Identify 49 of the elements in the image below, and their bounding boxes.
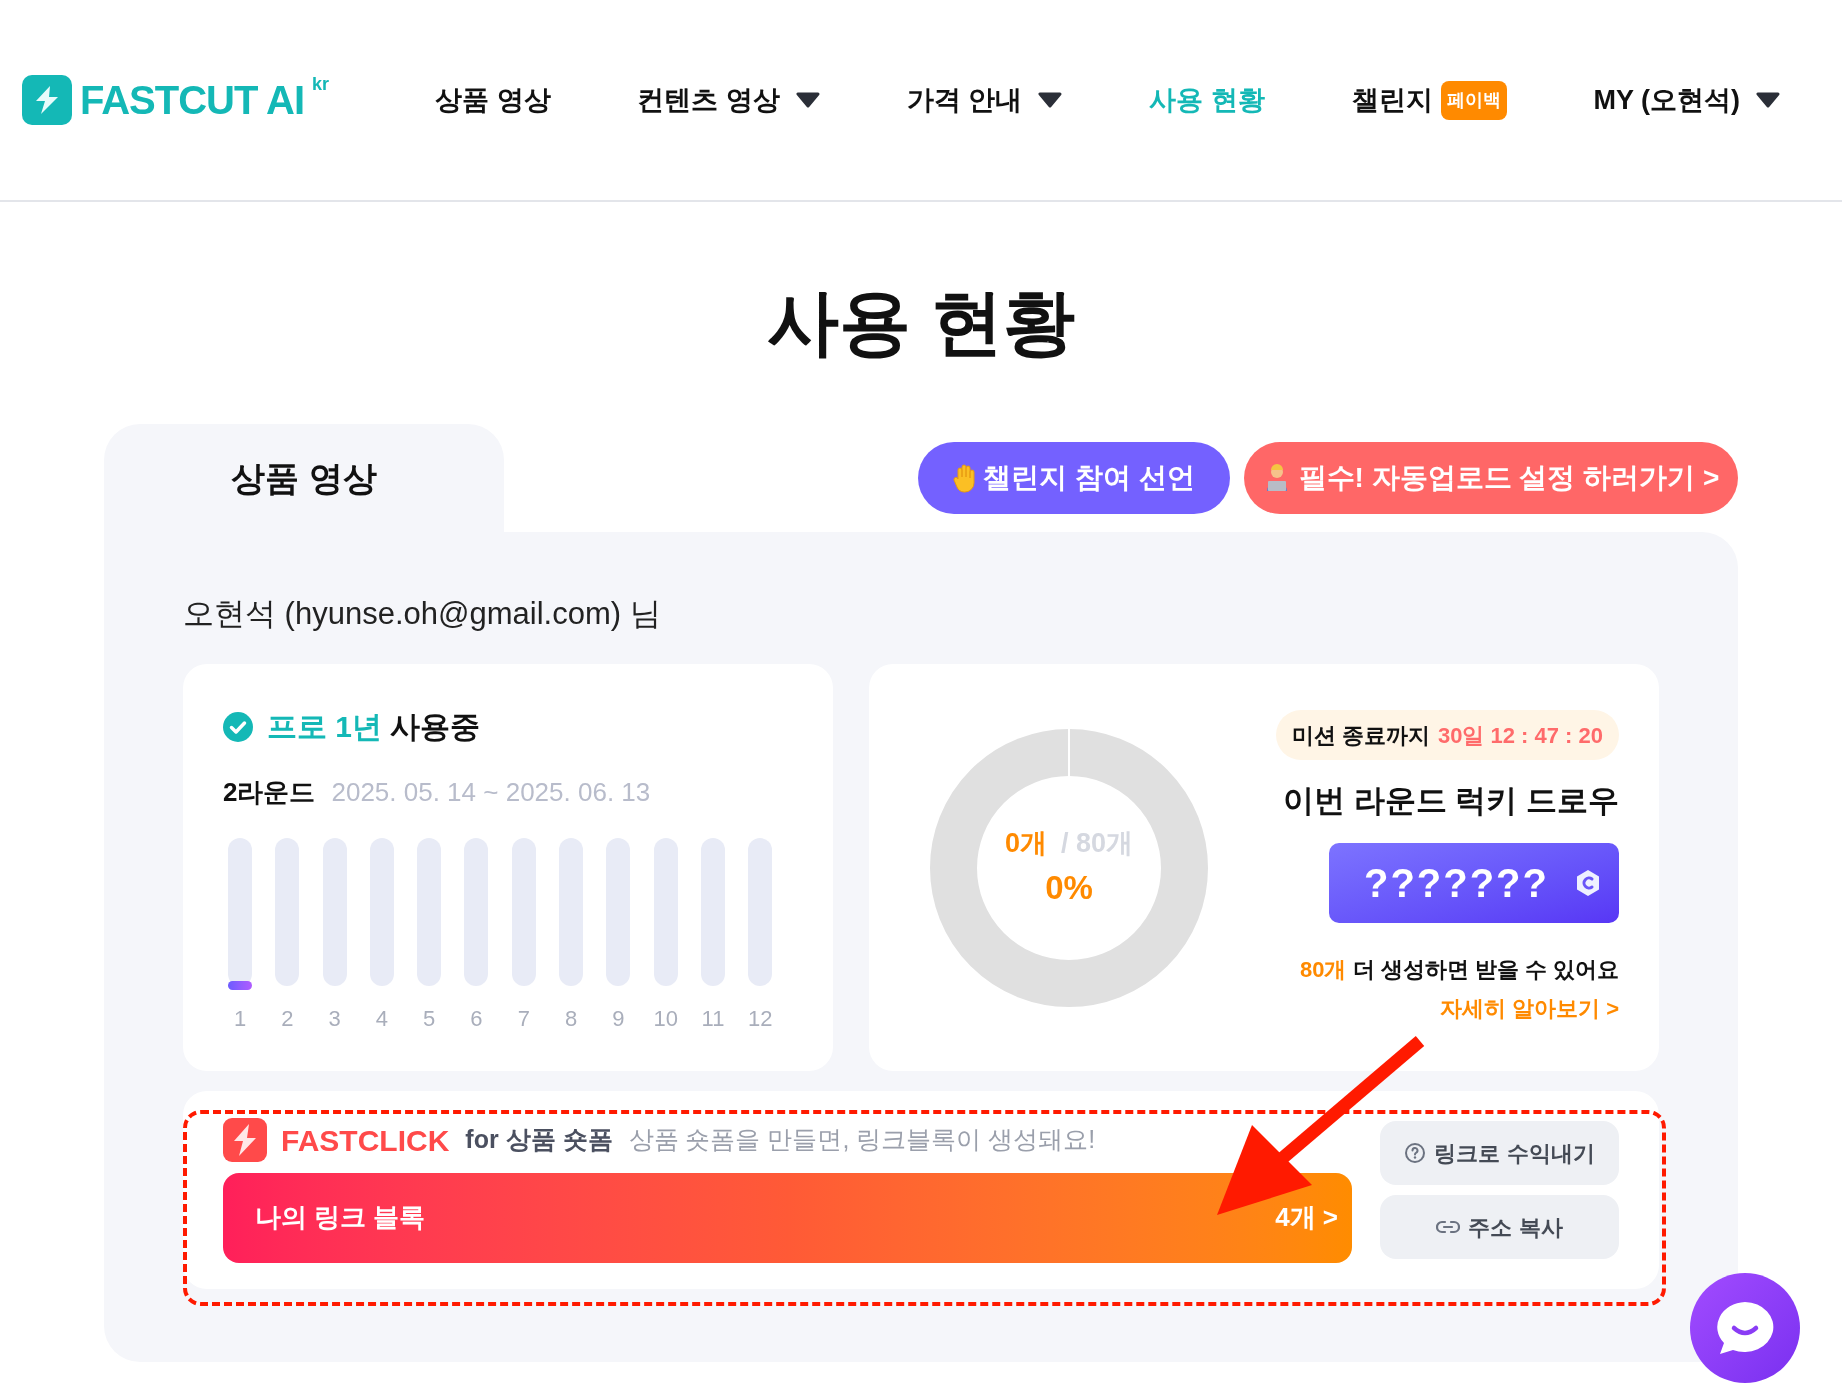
payback-badge: 페이백 xyxy=(1440,80,1507,120)
nav-link[interactable]: 가격 안내 xyxy=(906,79,1063,121)
round-number: 3 xyxy=(328,1005,341,1033)
help-icon xyxy=(1404,1142,1427,1164)
round-number: 5 xyxy=(423,1005,436,1033)
round-number: 2 xyxy=(281,1005,294,1033)
round-number: 4 xyxy=(375,1005,388,1033)
coin-icon xyxy=(1575,868,1601,897)
plan-status: 프로 1년 사용중 xyxy=(267,709,481,745)
earn-with-link-button[interactable]: 링크로 수익내기 xyxy=(1380,1121,1619,1185)
logo-text: FASTCUT AI xyxy=(80,77,305,124)
check-icon xyxy=(223,711,253,742)
nav-link[interactable]: 컨텐츠 영상 xyxy=(637,79,820,121)
prize-text: ??????? xyxy=(1363,859,1549,907)
remaining-note: 80개 더 생성하면 받을 수 있어요 xyxy=(1299,955,1619,984)
fastclick-description: 상품 숏폼을 만들면, 링크블록이 생성돼요! xyxy=(628,1124,1096,1156)
round-period: 2025. 05. 14 ~ 2025. 06. 13 xyxy=(331,776,651,809)
round-number: 7 xyxy=(517,1005,530,1033)
challenge-button[interactable]: 챌린지 참여 선언 xyxy=(918,442,1230,514)
link-icon xyxy=(1436,1220,1461,1234)
chat-icon xyxy=(1714,1300,1776,1356)
logo-icon xyxy=(22,75,72,125)
link-block-bar[interactable]: 나의 링크 블록 4개 > xyxy=(223,1172,1352,1263)
progress-percent: 0% xyxy=(1045,868,1093,908)
fastclick-subtitle: for 상품 숏폼 xyxy=(465,1124,613,1156)
lucky-draw-title: 이번 라운드 럭키 드로우 xyxy=(1283,782,1619,821)
user-greeting: 오현석 (hyunse.oh@gmail.com) 님 xyxy=(183,595,662,633)
link-block-label: 나의 링크 블록 xyxy=(255,1201,426,1234)
round-number: 9 xyxy=(612,1005,625,1033)
countdown-label: 미션 종료까지 xyxy=(1291,721,1430,750)
round-number: 12 xyxy=(748,1005,773,1033)
fastclick-brand: FASTCLICK xyxy=(281,1122,450,1159)
countdown-time: 30일 12 : 47 : 20 xyxy=(1437,721,1603,750)
tab[interactable]: 상품 영상 xyxy=(104,424,504,532)
nav-link[interactable]: 챌린지 페이백 xyxy=(1351,79,1507,121)
round-number: 1 xyxy=(233,1005,247,1033)
nav-link[interactable]: MY (오현석) xyxy=(1593,79,1780,121)
round-number: 11 xyxy=(701,1005,725,1033)
created-count: 0개 xyxy=(1004,826,1047,860)
round-number: 6 xyxy=(470,1005,483,1033)
round-number: 8 xyxy=(564,1005,578,1033)
logo-superscript: kr xyxy=(312,75,330,93)
fastclick-logo-icon xyxy=(223,1118,267,1162)
page-title: 사용 현황 xyxy=(766,281,1076,364)
round-number: 10 xyxy=(653,1005,678,1033)
link-block-count: 4개 > xyxy=(1275,1201,1338,1234)
round-label: 2라운드 xyxy=(223,776,316,809)
nav-link[interactable]: 상품 영상 xyxy=(435,79,551,121)
copy-address-button[interactable]: 주소 복사 xyxy=(1380,1195,1619,1259)
